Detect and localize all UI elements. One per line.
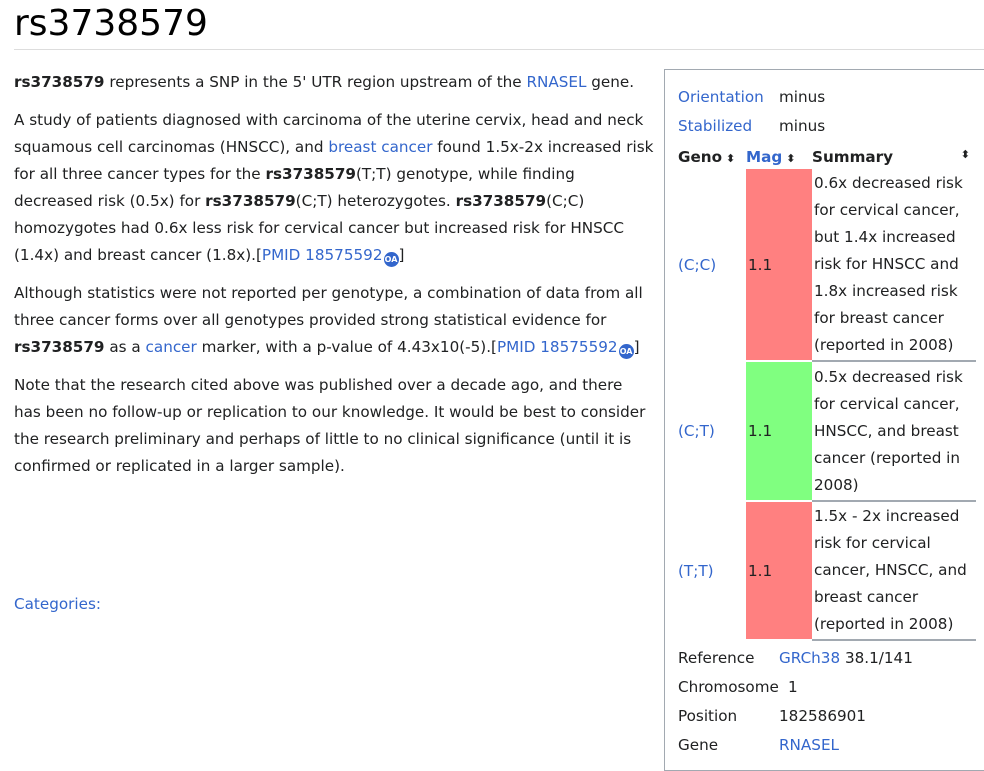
pmid-link[interactable]: PMID 18575592 xyxy=(497,338,618,356)
genotype-link[interactable]: (C;T) xyxy=(678,361,746,501)
open-access-icon[interactable]: OA xyxy=(383,252,399,267)
reference-row: Reference GRCh38 38.1/141 xyxy=(678,644,913,673)
stabilized-value: minus xyxy=(779,117,826,135)
page-title: rs3738579 xyxy=(14,3,208,44)
rsid-bold: rs3738579 xyxy=(455,192,547,210)
gene-link-rnasel[interactable]: RNASEL xyxy=(526,73,586,91)
gene-link-rnasel[interactable]: RNASEL xyxy=(779,731,839,760)
gene-row: Gene RNASEL xyxy=(678,731,839,760)
gene-label: Gene xyxy=(678,736,719,754)
column-header-mag[interactable]: Mag ⬍ xyxy=(746,142,812,169)
link-breast-cancer[interactable]: breast cancer xyxy=(328,138,432,156)
article-body: rs3738579 represents a SNP in the 5' UTR… xyxy=(14,69,654,491)
sort-icon[interactable]: ⬍ xyxy=(726,152,735,165)
position-label: Position xyxy=(678,707,738,725)
grch38-link[interactable]: GRCh38 xyxy=(779,649,840,667)
magnitude-cell: 1.1 xyxy=(746,501,812,641)
title-divider xyxy=(14,49,984,50)
orientation-label[interactable]: Orientation xyxy=(678,83,764,112)
snp-infobox: Orientation minus Stabilized minus Geno ⬍… xyxy=(664,69,984,771)
genotype-table: Geno ⬍ Mag ⬍ Summary ⬍ (C;C) 1.1 0.6x decre… xyxy=(678,142,976,641)
reference-label: Reference xyxy=(678,649,755,667)
pmid-link[interactable]: PMID 18575592 xyxy=(262,246,383,264)
column-header-summary[interactable]: Summary ⬍ xyxy=(812,142,976,169)
genotype-link[interactable]: (C;C) xyxy=(678,169,746,361)
categories-bar: Categories: xyxy=(14,595,101,613)
rsid-bold: rs3738579 xyxy=(265,165,356,183)
reference-value: 38.1/141 xyxy=(840,649,913,667)
table-header-row: Geno ⬍ Mag ⬍ Summary ⬍ xyxy=(678,142,976,169)
genotype-link[interactable]: (T;T) xyxy=(678,501,746,640)
rsid-bold: rs3738579 xyxy=(14,73,105,91)
summary-cell: 0.6x decreased risk for cervical cancer,… xyxy=(812,169,976,362)
genotype-row: (T;T) 1.1 1.5x - 2x increased risk for c… xyxy=(678,501,976,641)
sort-icon[interactable]: ⬍ xyxy=(786,152,795,165)
rsid-bold: rs3738579 xyxy=(14,338,105,356)
genotype-row: (C;T) 1.1 0.5x decreased risk for cervic… xyxy=(678,361,976,502)
categories-link[interactable]: Categories xyxy=(14,595,96,613)
stabilized-label[interactable]: Stabilized xyxy=(678,112,752,141)
link-cancer[interactable]: cancer xyxy=(146,338,197,356)
genotype-row: (C;C) 1.1 0.6x decreased risk for cervic… xyxy=(678,169,976,362)
chromosome-label: Chromosome xyxy=(678,678,779,696)
paragraph-note: Note that the research cited above was p… xyxy=(14,376,646,475)
summary-cell: 1.5x - 2x increased risk for cervical ca… xyxy=(812,501,976,641)
column-header-geno[interactable]: Geno ⬍ xyxy=(678,142,746,169)
magnitude-cell: 1.1 xyxy=(746,169,812,362)
open-access-icon[interactable]: OA xyxy=(618,344,634,359)
orientation-row: Orientation minus xyxy=(678,83,825,112)
chromosome-value: 1 xyxy=(788,678,798,696)
position-row: Position 182586901 xyxy=(678,702,866,731)
chromosome-row: Chromosome 1 xyxy=(678,673,798,702)
summary-cell: 0.5x decreased risk for cervical cancer,… xyxy=(812,361,976,502)
sort-icon[interactable]: ⬍ xyxy=(961,148,970,161)
paragraph-study: A study of patients diagnosed with carci… xyxy=(14,107,654,269)
rsid-bold: rs3738579 xyxy=(205,192,296,210)
stabilized-row: Stabilized minus xyxy=(678,112,825,141)
position-value: 182586901 xyxy=(779,707,866,725)
magnitude-cell: 1.1 xyxy=(746,361,812,502)
orientation-value: minus xyxy=(779,88,826,106)
paragraph-intro: rs3738579 represents a SNP in the 5' UTR… xyxy=(14,73,635,91)
paragraph-statistics: Although statistics were not reported pe… xyxy=(14,280,654,361)
